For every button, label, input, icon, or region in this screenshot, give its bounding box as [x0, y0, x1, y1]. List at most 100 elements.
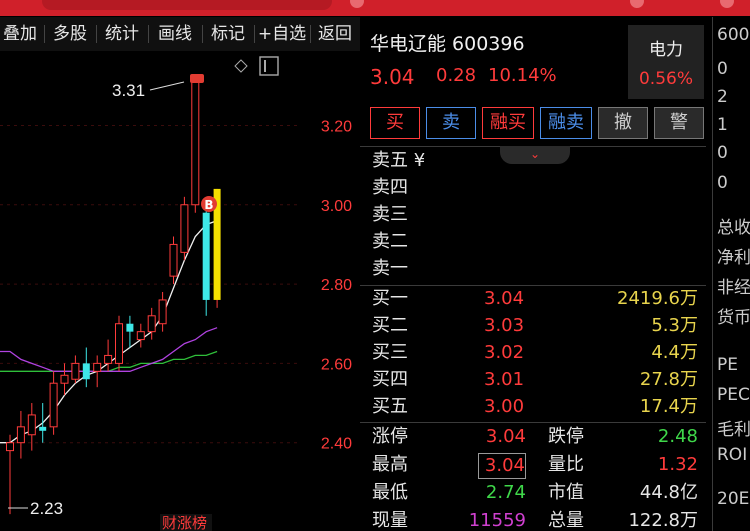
far-col-item: 总收 — [717, 218, 750, 238]
stat-value: 3.04 — [478, 453, 526, 479]
panel-toggle-bar — [264, 60, 266, 72]
candle-body — [16, 426, 25, 444]
margin-sell-button[interactable]: 融卖 — [540, 107, 592, 139]
bid-row[interactable]: 买三 3.02 4.4万 — [360, 339, 706, 366]
stat-value: 3.04 — [485, 426, 526, 447]
toolbar-divider — [310, 25, 311, 43]
globe-icon[interactable] — [350, 0, 364, 8]
stat-row: 现量 11559 总量 122.8万 — [360, 507, 706, 531]
bid-row[interactable]: 买四 3.01 27.8万 — [360, 366, 706, 393]
stat-row: 最高 3.04 量比 1.32 — [360, 451, 706, 479]
far-col-item: 2 — [717, 87, 728, 107]
y-tick-label: 3.20 — [321, 118, 352, 135]
stat-label: 涨停 — [372, 426, 408, 447]
candle-body — [158, 299, 167, 325]
bid-price: 3.03 — [484, 315, 525, 336]
ask-label: 卖五 ¥ — [372, 150, 426, 171]
far-col-item: 0 — [717, 143, 728, 163]
far-col-item: 0 — [717, 173, 728, 193]
back-button[interactable]: 返回 — [314, 17, 356, 51]
candle-body — [202, 212, 210, 300]
buy-button[interactable]: 买 — [370, 107, 420, 139]
sector-card[interactable]: 电力 0.56% — [628, 25, 704, 99]
candle-body — [169, 243, 178, 277]
high-price-pointer — [149, 81, 185, 91]
ask-label: 卖二 — [372, 231, 408, 252]
bottom-tag[interactable]: 财涨榜 — [160, 514, 212, 531]
top-bar — [0, 0, 750, 16]
stat-value: 2.74 — [485, 482, 526, 503]
bid-price: 3.01 — [484, 369, 525, 390]
ask-row: 卖四 — [360, 174, 706, 201]
bid-row[interactable]: 买一 3.04 2419.6万 — [360, 285, 706, 312]
chart-settings[interactable] — [234, 56, 279, 76]
low-price-label: 2.23 — [30, 499, 63, 518]
ask-label: 卖一 — [372, 258, 408, 279]
stat-label: 最低 — [372, 482, 408, 503]
multi-stock-button[interactable]: 多股 — [50, 17, 90, 51]
fundamentals-column: 600 0 2 1 0 0 总收 净利 非经 货币 PE PEC 毛利 ROI … — [712, 17, 750, 531]
candle-body — [104, 354, 113, 364]
diamond-icon[interactable] — [234, 59, 248, 73]
alert-button[interactable]: 警 — [654, 107, 704, 139]
bid-row[interactable]: 买二 3.03 5.3万 — [360, 312, 706, 339]
stat-label: 现量 — [372, 510, 408, 531]
candle-body — [39, 426, 47, 431]
bid-volume: 17.4万 — [639, 396, 698, 417]
ask-label: 卖四 — [372, 177, 408, 198]
stat-label: 市值 — [548, 482, 584, 503]
candle-body — [27, 414, 36, 436]
toolbar-divider — [254, 25, 255, 43]
y-tick-label: 2.40 — [321, 436, 352, 453]
bid-label: 买二 — [372, 315, 408, 336]
stat-value: 1.32 — [657, 454, 698, 475]
kline-chart[interactable]: 3.20 3.00 2.80 2.60 2.40 3.31 2.23 B 财涨榜 — [0, 52, 360, 531]
statistics-button[interactable]: 统计 — [102, 17, 142, 51]
stat-value: 44.8亿 — [639, 482, 698, 503]
far-col-item: PE — [717, 355, 738, 375]
candle-body — [6, 442, 14, 452]
ask-row: 卖五 ¥ — [360, 147, 706, 174]
candle-body — [136, 331, 145, 341]
bid-price: 3.00 — [484, 396, 525, 417]
candle-body — [191, 81, 200, 206]
bell-icon[interactable] — [630, 0, 644, 8]
bid-label: 买五 — [372, 396, 408, 417]
search-box[interactable] — [42, 0, 332, 10]
far-col-item: 货币 — [717, 308, 750, 328]
bid-price: 3.02 — [484, 342, 525, 363]
candles — [6, 81, 221, 515]
y-tick-label: 2.60 — [321, 356, 352, 373]
bottom-tag-label: 财涨榜 — [162, 514, 207, 531]
draw-line-button[interactable]: 画线 — [154, 17, 196, 51]
buy-marker[interactable]: B — [201, 196, 217, 212]
bid-label: 买一 — [372, 288, 408, 309]
bid-row[interactable]: 买五 3.00 17.4万 — [360, 393, 706, 420]
stat-row: 涨停 3.04 跌停 2.48 — [360, 423, 706, 451]
top-marker — [190, 74, 204, 83]
y-axis-ticks: 3.20 3.00 2.80 2.60 2.40 — [321, 118, 352, 452]
toolbar-divider — [148, 25, 149, 43]
far-col-item: 净利 — [717, 248, 750, 268]
ask-row: 卖二 — [360, 228, 706, 255]
ask-row: 卖三 — [360, 201, 706, 228]
toolbar-divider — [202, 25, 203, 43]
price-change: 0.28 — [436, 65, 477, 86]
far-col-item: 0 — [717, 59, 728, 79]
sector-name: 电力 — [649, 40, 683, 60]
menu-icon[interactable] — [720, 0, 734, 8]
stat-value: 11559 — [468, 510, 526, 531]
cancel-order-button[interactable]: 撤 — [598, 107, 648, 139]
stat-value: 2.48 — [657, 426, 698, 447]
margin-buy-button[interactable]: 融买 — [482, 107, 534, 139]
candle-body — [93, 362, 102, 372]
stat-value: 122.8万 — [628, 510, 698, 531]
candle-body — [126, 323, 134, 332]
panel-toggle-icon[interactable] — [259, 56, 279, 76]
add-watchlist-button[interactable]: +自选 — [257, 17, 307, 51]
overlay-button[interactable]: 叠加 — [0, 17, 40, 51]
kline-svg: 3.20 3.00 2.80 2.60 2.40 3.31 2.23 B 财涨榜 — [0, 56, 352, 531]
sell-button[interactable]: 卖 — [426, 107, 476, 139]
bid-volume: 2419.6万 — [617, 288, 698, 309]
mark-button[interactable]: 标记 — [207, 17, 249, 51]
